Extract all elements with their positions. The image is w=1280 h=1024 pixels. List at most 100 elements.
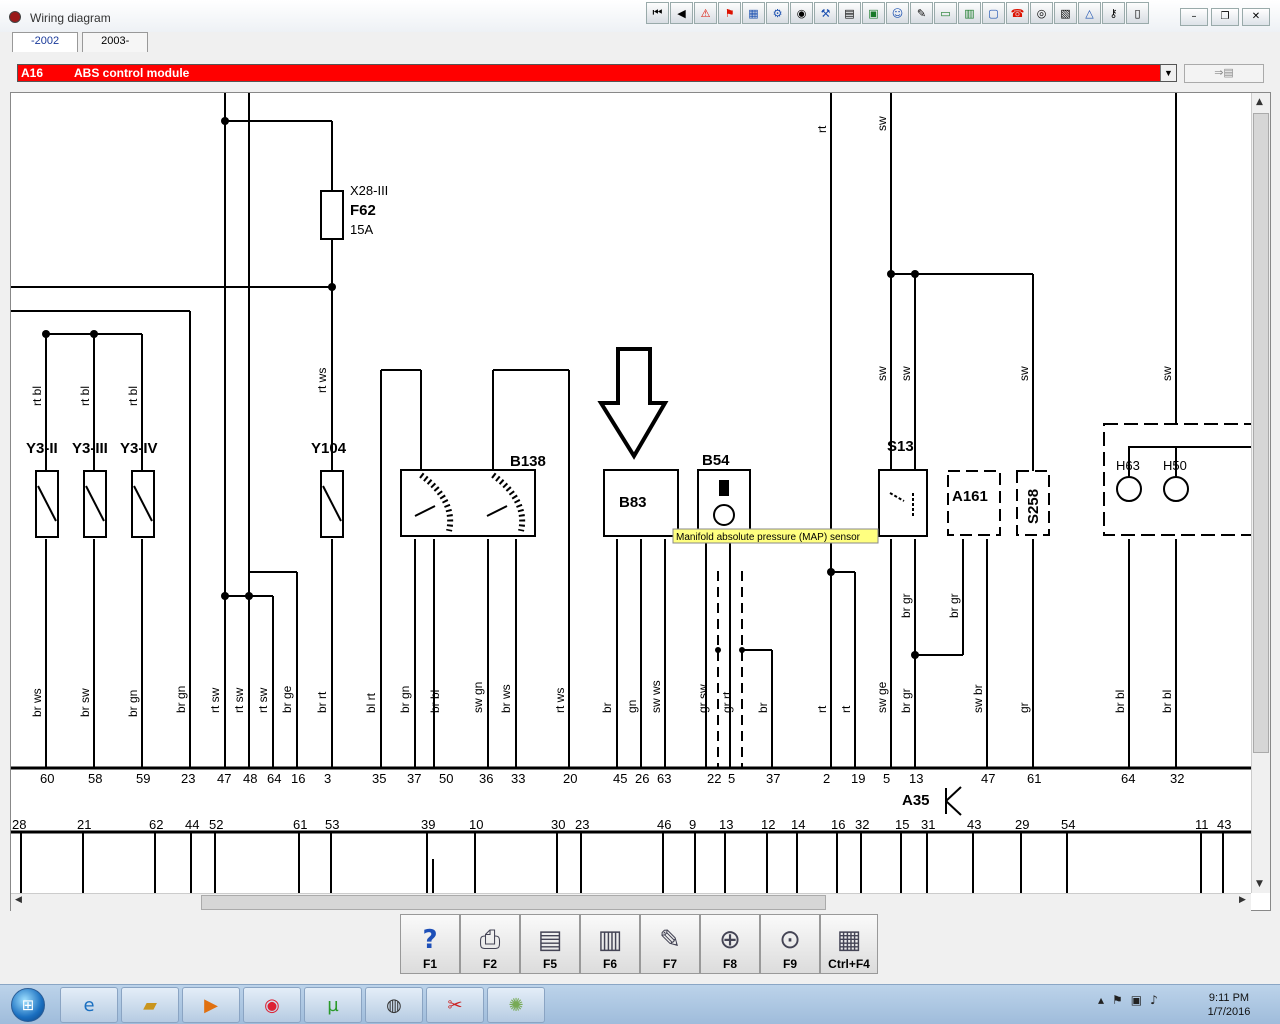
circle-icon[interactable]: ◎ (1030, 2, 1053, 24)
component-dropdown[interactable]: A16 ABS control module ▼ (17, 64, 1177, 82)
tools-icon[interactable]: ⚒ (814, 2, 837, 24)
bus-pin-number: 63 (657, 771, 671, 786)
component-label-b83: B83 (619, 494, 647, 511)
utorrent-icon[interactable]: µ (304, 987, 362, 1023)
component-label-h50: H50 (1163, 458, 1187, 473)
person-icon[interactable]: ☺ (886, 2, 909, 24)
component-label-h63: H63 (1116, 458, 1140, 473)
bus-pin-number: 60 (40, 771, 54, 786)
wire-label: rt (839, 705, 853, 713)
wire-label: br rt (315, 691, 329, 713)
bus-pin-number: 47 (217, 771, 231, 786)
function-key-bar: ? F1 ⎙ F2 ▤ F5 ▥ F6 ✎ F7 ⊕ F8 ⊙ F9 ▦ Ctrl+F4 (400, 914, 878, 974)
wire-label: sw gn (471, 682, 485, 713)
snipping-tool-icon[interactable]: ✂ (426, 987, 484, 1023)
clock-time: 9:11 PM (1208, 992, 1250, 1004)
f6-button[interactable]: ▥ F6 (580, 914, 640, 974)
help-icon: ? (422, 925, 438, 955)
bus-pin-number: 58 (88, 771, 102, 786)
component-label-y3-2: Y3-II (26, 440, 58, 457)
display-icon[interactable]: ▭ (934, 2, 957, 24)
scroll-down-icon[interactable]: ▼ (1256, 879, 1263, 889)
bus2-pin-number: 10 (469, 817, 483, 832)
f9-button[interactable]: ⊙ F9 (760, 914, 820, 974)
clock[interactable]: 9:11 PM 1/7/2016 (1196, 991, 1262, 1019)
wiring-diagram-canvas[interactable]: X28-III F62 15A Y3-II Y3-III Y3-IV Y104 … (10, 92, 1271, 911)
edit-icon[interactable]: ✎ (910, 2, 933, 24)
note-icon[interactable]: ▯ (1126, 2, 1149, 24)
f1-button[interactable]: ? F1 (400, 914, 460, 974)
media-player-icon[interactable]: ▶ (182, 987, 240, 1023)
bus-pin-number: 26 (635, 771, 649, 786)
fuse-location-label: X28-III (350, 183, 388, 198)
prev-page-icon[interactable]: ◀ (670, 2, 693, 24)
vertical-scroll-thumb[interactable] (1253, 113, 1269, 753)
f7-button[interactable]: ✎ F7 (640, 914, 700, 974)
bus-pin-number: 37 (407, 771, 421, 786)
scroll-up-icon[interactable]: ▲ (1256, 97, 1263, 107)
pc-icon[interactable]: ▦ (742, 2, 765, 24)
component-icon[interactable]: ▤ (838, 2, 861, 24)
folder-icon[interactable]: ▰ (121, 987, 179, 1023)
app-disc-icon[interactable]: ◍ (365, 987, 423, 1023)
volume-icon[interactable]: ♪ (1150, 993, 1158, 1007)
scroll-left-icon[interactable]: ◀ (15, 895, 22, 905)
component-label-a161: A161 (952, 488, 988, 505)
action-center-icon[interactable]: ⚑ (1112, 993, 1123, 1007)
wire-label: rt ws (553, 688, 567, 713)
component-name: ABS control module (74, 66, 190, 80)
restore-icon[interactable]: ❐ (1211, 8, 1239, 26)
wire-label: bl rt (364, 692, 378, 713)
clock-date: 1/7/2016 (1207, 1006, 1251, 1018)
wire-label: rt bl (78, 386, 92, 406)
flag-icon[interactable]: ⚑ (718, 2, 741, 24)
gear-icon[interactable]: ⚙ (766, 2, 789, 24)
ie-icon[interactable]: e (60, 987, 118, 1023)
tab-2002[interactable]: -2002 (12, 32, 79, 52)
first-page-icon[interactable]: ⏮ (646, 2, 669, 24)
paint-icon[interactable]: ✺ (487, 987, 545, 1023)
chevron-down-icon[interactable]: ▼ (1160, 65, 1176, 81)
dialog-icon[interactable]: ▥ (958, 2, 981, 24)
save-icon[interactable]: ▣ (862, 2, 885, 24)
chrome-icon[interactable]: ◉ (243, 987, 301, 1023)
tray-expand-icon[interactable]: ▴ (1098, 993, 1104, 1007)
ctrl-f4-button[interactable]: ▦ Ctrl+F4 (820, 914, 878, 974)
minimize-icon[interactable]: – (1180, 8, 1208, 26)
component-label-s258: S258 (1025, 489, 1042, 524)
wire-label: br bl (1113, 690, 1127, 713)
drive-icon[interactable]: ▧ (1054, 2, 1077, 24)
bus2-pin-number: 31 (921, 817, 935, 832)
wire-label: br (756, 702, 770, 713)
bus2-pin-number: 21 (77, 817, 91, 832)
wire-label: br gn (174, 686, 188, 713)
horizontal-scrollbar[interactable]: ◀ ▶ (11, 893, 1251, 911)
system-tray: ▴ ⚑ ▣ ♪ (1098, 993, 1158, 1007)
f2-button[interactable]: ⎙ F2 (460, 914, 520, 974)
start-button[interactable]: ⊞ (2, 986, 54, 1024)
triangle-icon[interactable]: △ (1078, 2, 1101, 24)
f5-button[interactable]: ▤ F5 (520, 914, 580, 974)
vertical-scrollbar[interactable]: ▲ ▼ (1251, 93, 1270, 893)
network-icon[interactable]: ▣ (1131, 993, 1142, 1007)
warning-icon[interactable]: ⚠ (694, 2, 717, 24)
wire-label: sw ws (649, 680, 663, 713)
bus-pin-number: 19 (851, 771, 865, 786)
bus-pin-number: 5 (728, 771, 735, 786)
screen-icon[interactable]: ▢ (982, 2, 1005, 24)
wire-label: rt (815, 705, 829, 713)
wire-label: gr rt (720, 691, 734, 713)
f8-button[interactable]: ⊕ F8 (700, 914, 760, 974)
wire-label: gn (625, 700, 639, 713)
tab-2003[interactable]: 2003- (82, 32, 149, 52)
disc-icon[interactable]: ◉ (790, 2, 813, 24)
keys-icon[interactable]: ⚷ (1102, 2, 1125, 24)
wire-label: br ge (280, 685, 294, 713)
jump-button[interactable]: ⇒▤ (1184, 64, 1264, 83)
scroll-right-icon[interactable]: ▶ (1239, 895, 1246, 905)
print-preview-icon: ⎙ (479, 925, 501, 955)
fax-icon[interactable]: ☎ (1006, 2, 1029, 24)
bus-pin-number: 45 (613, 771, 627, 786)
close-icon[interactable]: ✕ (1242, 8, 1270, 26)
horizontal-scroll-thumb[interactable] (201, 895, 826, 910)
